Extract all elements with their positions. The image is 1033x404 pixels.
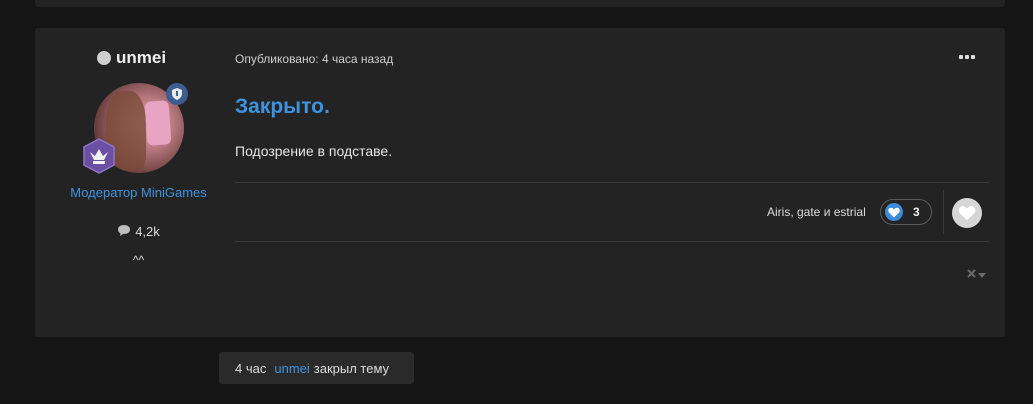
reaction-users[interactable]: Airis, gate и estrial [767, 205, 866, 219]
heart-icon [885, 203, 903, 221]
user-signature: ^^ [132, 253, 145, 267]
post-count: 4,2k [35, 224, 242, 239]
author-name-row: unmei [97, 48, 166, 68]
event-action: закрыл тему [313, 360, 390, 376]
topic-closed-event: 4 час unmei закрыл тему [219, 352, 414, 384]
moderation-tools-button[interactable] [967, 265, 986, 283]
avatar-phone [144, 100, 172, 146]
post-count-value: 4,2k [135, 224, 160, 239]
like-button[interactable] [952, 198, 982, 228]
author-name-link[interactable]: unmei [116, 48, 166, 68]
heart-outline-icon [958, 206, 976, 221]
user-group-label: Модератор MiniGames [70, 185, 207, 200]
post-title: Закрыто. [235, 95, 330, 118]
post-body: Подозрение в подставе. [235, 143, 393, 159]
author-panel: unmei Модератор MiniGames 4,2k ^^ [35, 28, 242, 337]
offline-status-icon [97, 51, 111, 65]
close-icon [967, 265, 976, 283]
reaction-summary-button[interactable]: 3 [880, 199, 932, 225]
crown-rank-icon [81, 138, 117, 174]
previous-post-card [35, 0, 1005, 7]
more-options-icon[interactable] [959, 52, 977, 62]
divider [235, 241, 989, 242]
divider [235, 182, 989, 183]
event-time[interactable]: 4 час [235, 361, 266, 376]
divider [943, 190, 944, 234]
shield-icon [166, 83, 188, 105]
comment-icon [117, 224, 131, 239]
event-user-link[interactable]: unmei [274, 361, 309, 376]
reaction-count: 3 [913, 205, 920, 219]
post-card: unmei Модератор MiniGames 4,2k ^^ Опубли… [35, 28, 1005, 337]
post-date[interactable]: Опубликовано: 4 часа назад [235, 52, 393, 66]
chevron-down-icon [978, 265, 986, 283]
